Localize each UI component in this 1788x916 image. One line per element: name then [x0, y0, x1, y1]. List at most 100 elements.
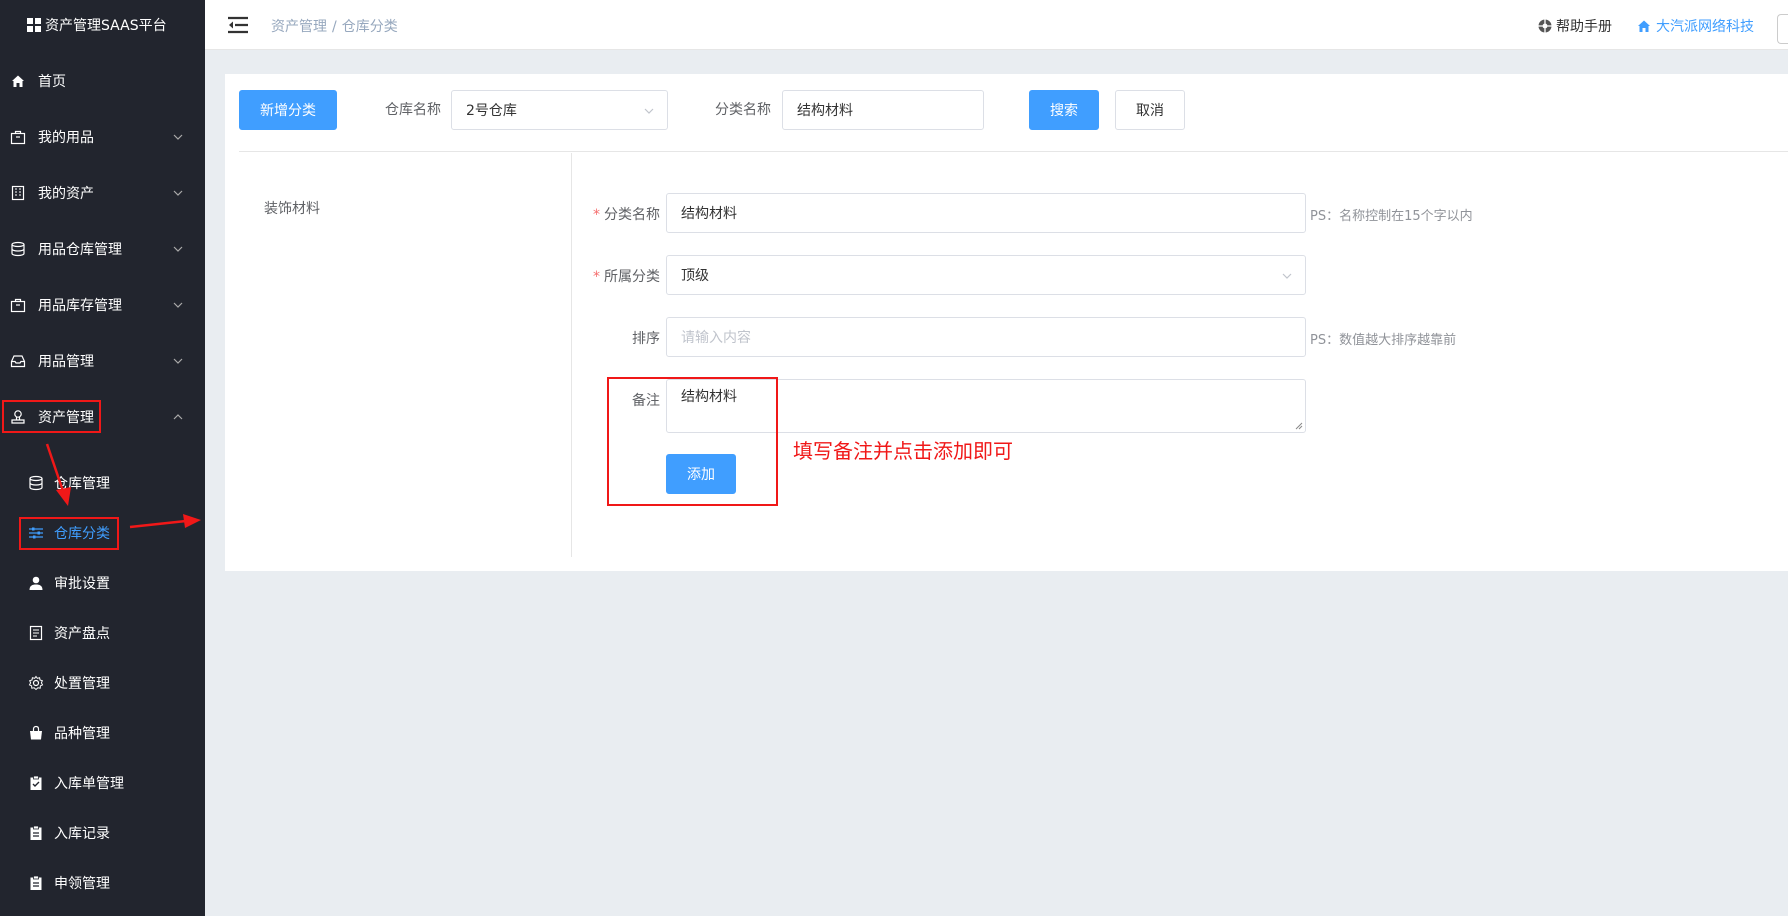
- sidebar-subitem-inbound-orders[interactable]: 入库单管理: [0, 758, 205, 808]
- chevron-down-icon: [173, 246, 183, 252]
- resize-handle-icon[interactable]: [1295, 422, 1303, 430]
- company-name: 大汽派网络科技: [1656, 19, 1754, 35]
- sidebar-subitem-approval-settings[interactable]: 审批设置: [0, 558, 205, 608]
- sidebar-subitem-label: 品种管理: [54, 726, 110, 742]
- warehouse-name-label: 仓库名称: [385, 102, 441, 118]
- name-label-text: 分类名称: [604, 207, 660, 223]
- warehouse-select-value: 2号仓库: [466, 103, 517, 119]
- chevron-down-icon: [173, 358, 183, 364]
- clipboard-icon: [28, 875, 44, 891]
- sidebar-item-home[interactable]: 首页: [0, 53, 205, 109]
- header-edge-control[interactable]: [1777, 14, 1788, 44]
- annotation-instruction: 填写备注并点击添加即可: [793, 439, 1013, 463]
- sidebar-subitem-disposal[interactable]: 处置管理: [0, 658, 205, 708]
- shopping-bag-icon: [28, 725, 44, 741]
- name-hint: PS：名称控制在15个字以内: [1310, 209, 1473, 224]
- building-icon: [10, 185, 26, 201]
- sidebar-item-label: 用品库存管理: [38, 298, 122, 314]
- sidebar-subitem-warehouse-management[interactable]: 仓库管理: [0, 458, 205, 508]
- category-tree: 装饰材料: [239, 153, 572, 557]
- sidebar-item-my-assets[interactable]: 我的资产: [0, 165, 205, 221]
- sidebar-subitem-requisition[interactable]: 申领管理: [0, 858, 205, 908]
- category-name-label: 分类名称: [715, 102, 771, 118]
- chevron-down-icon: [1282, 273, 1292, 279]
- main-card: 新增分类 仓库名称 2号仓库 分类名称 结构材料 搜索 取消 装饰材料 * 分类名…: [225, 74, 1788, 571]
- breadcrumb-separator: /: [332, 19, 337, 35]
- top-header: 资产管理 / 仓库分类 帮助手册 大汽派网络科技: [205, 0, 1788, 50]
- sidebar-item-supply-warehouse[interactable]: 用品仓库管理: [0, 221, 205, 277]
- cancel-button[interactable]: 取消: [1115, 90, 1185, 130]
- parent-category-select[interactable]: 顶级: [666, 255, 1306, 295]
- sidebar-subitem-label: 处置管理: [54, 676, 110, 692]
- sidebar-item-label: 用品管理: [38, 354, 94, 370]
- name-label: * 分类名称: [580, 204, 660, 224]
- add-category-button[interactable]: 新增分类: [239, 90, 337, 130]
- sidebar-item-label: 我的用品: [38, 130, 94, 146]
- category-search-value: 结构材料: [797, 103, 853, 119]
- sidebar-subitem-label: 审批设置: [54, 576, 110, 592]
- help-circle-icon: [1538, 19, 1552, 33]
- breadcrumb: 资产管理 / 仓库分类: [271, 16, 398, 36]
- chevron-up-icon: [173, 414, 183, 420]
- clipboard-check-icon: [28, 775, 44, 791]
- sort-label: 排序: [632, 331, 660, 347]
- sidebar-subitem-label: 申领管理: [54, 876, 110, 892]
- app-title: 资产管理SAAS平台: [45, 18, 167, 34]
- required-asterisk: *: [593, 269, 600, 285]
- grid-icon: [27, 18, 41, 32]
- annotation-box-asset-management: [2, 400, 101, 433]
- sidebar-item-supply-management[interactable]: 用品管理: [0, 333, 205, 389]
- sidebar-subitem-label: 入库记录: [54, 826, 110, 842]
- sidebar-item-supply-stock[interactable]: 用品库存管理: [0, 277, 205, 333]
- category-search-input[interactable]: 结构材料: [782, 90, 984, 130]
- required-asterisk: *: [593, 207, 600, 223]
- company-link[interactable]: 大汽派网络科技: [1637, 16, 1754, 36]
- chevron-down-icon: [644, 108, 654, 114]
- sort-placeholder: 请输入内容: [681, 330, 751, 346]
- annotation-box-warehouse-category: [19, 517, 119, 550]
- tree-node[interactable]: 装饰材料: [264, 198, 320, 218]
- sidebar-subitem-label: 入库单管理: [54, 776, 124, 792]
- sidebar-item-my-supplies[interactable]: 我的用品: [0, 109, 205, 165]
- breadcrumb-item[interactable]: 资产管理: [271, 19, 327, 35]
- annotation-box-remark: [607, 377, 778, 506]
- app-logo[interactable]: 资产管理SAAS平台: [0, 0, 205, 50]
- category-name-input[interactable]: 结构材料: [666, 193, 1306, 233]
- parent-label-text: 所属分类: [604, 269, 660, 285]
- search-button[interactable]: 搜索: [1029, 90, 1099, 130]
- sidebar-subitem-variety[interactable]: 品种管理: [0, 708, 205, 758]
- sidebar-subitem-label: 资产盘点: [54, 626, 110, 642]
- parent-category-value: 顶级: [681, 268, 709, 284]
- warehouse-select[interactable]: 2号仓库: [451, 90, 668, 130]
- chevron-down-icon: [173, 190, 183, 196]
- sidebar-item-label: 首页: [38, 74, 66, 90]
- toolbar: 新增分类 仓库名称 2号仓库 分类名称 结构材料 搜索 取消: [239, 90, 1788, 152]
- gear-icon: [28, 675, 44, 691]
- chevron-down-icon: [173, 134, 183, 140]
- bag-icon: [10, 297, 26, 313]
- help-manual-link[interactable]: 帮助手册: [1538, 16, 1612, 36]
- sort-hint: PS：数值越大排序越靠前: [1310, 333, 1457, 348]
- document-icon: [28, 625, 44, 641]
- sidebar-item-label: 我的资产: [38, 186, 94, 202]
- sidebar-subitem-inbound-records[interactable]: 入库记录: [0, 808, 205, 858]
- bag-icon: [10, 129, 26, 145]
- clipboard-icon: [28, 825, 44, 841]
- home-icon: [10, 73, 26, 89]
- sidebar-subitem-asset-inventory[interactable]: 资产盘点: [0, 608, 205, 658]
- sidebar: 资产管理SAAS平台 首页 我的用品 我的资产 用品仓库管理 用品库存管理 用品…: [0, 0, 205, 916]
- user-icon: [28, 575, 44, 591]
- help-manual-label: 帮助手册: [1556, 19, 1612, 35]
- sort-input[interactable]: 请输入内容: [666, 317, 1306, 357]
- database-icon: [10, 241, 26, 257]
- parent-label: * 所属分类: [580, 266, 660, 286]
- annotation-arrow-down-icon: [45, 443, 71, 506]
- sidebar-item-label: 用品仓库管理: [38, 242, 122, 258]
- breadcrumb-item-current: 仓库分类: [341, 19, 398, 35]
- home-icon: [1638, 20, 1650, 32]
- category-name-value: 结构材料: [681, 206, 737, 222]
- annotation-arrow-right-icon: [129, 514, 201, 529]
- inbox-icon: [10, 353, 26, 369]
- chevron-down-icon: [173, 302, 183, 308]
- menu-toggle-icon[interactable]: [228, 16, 248, 34]
